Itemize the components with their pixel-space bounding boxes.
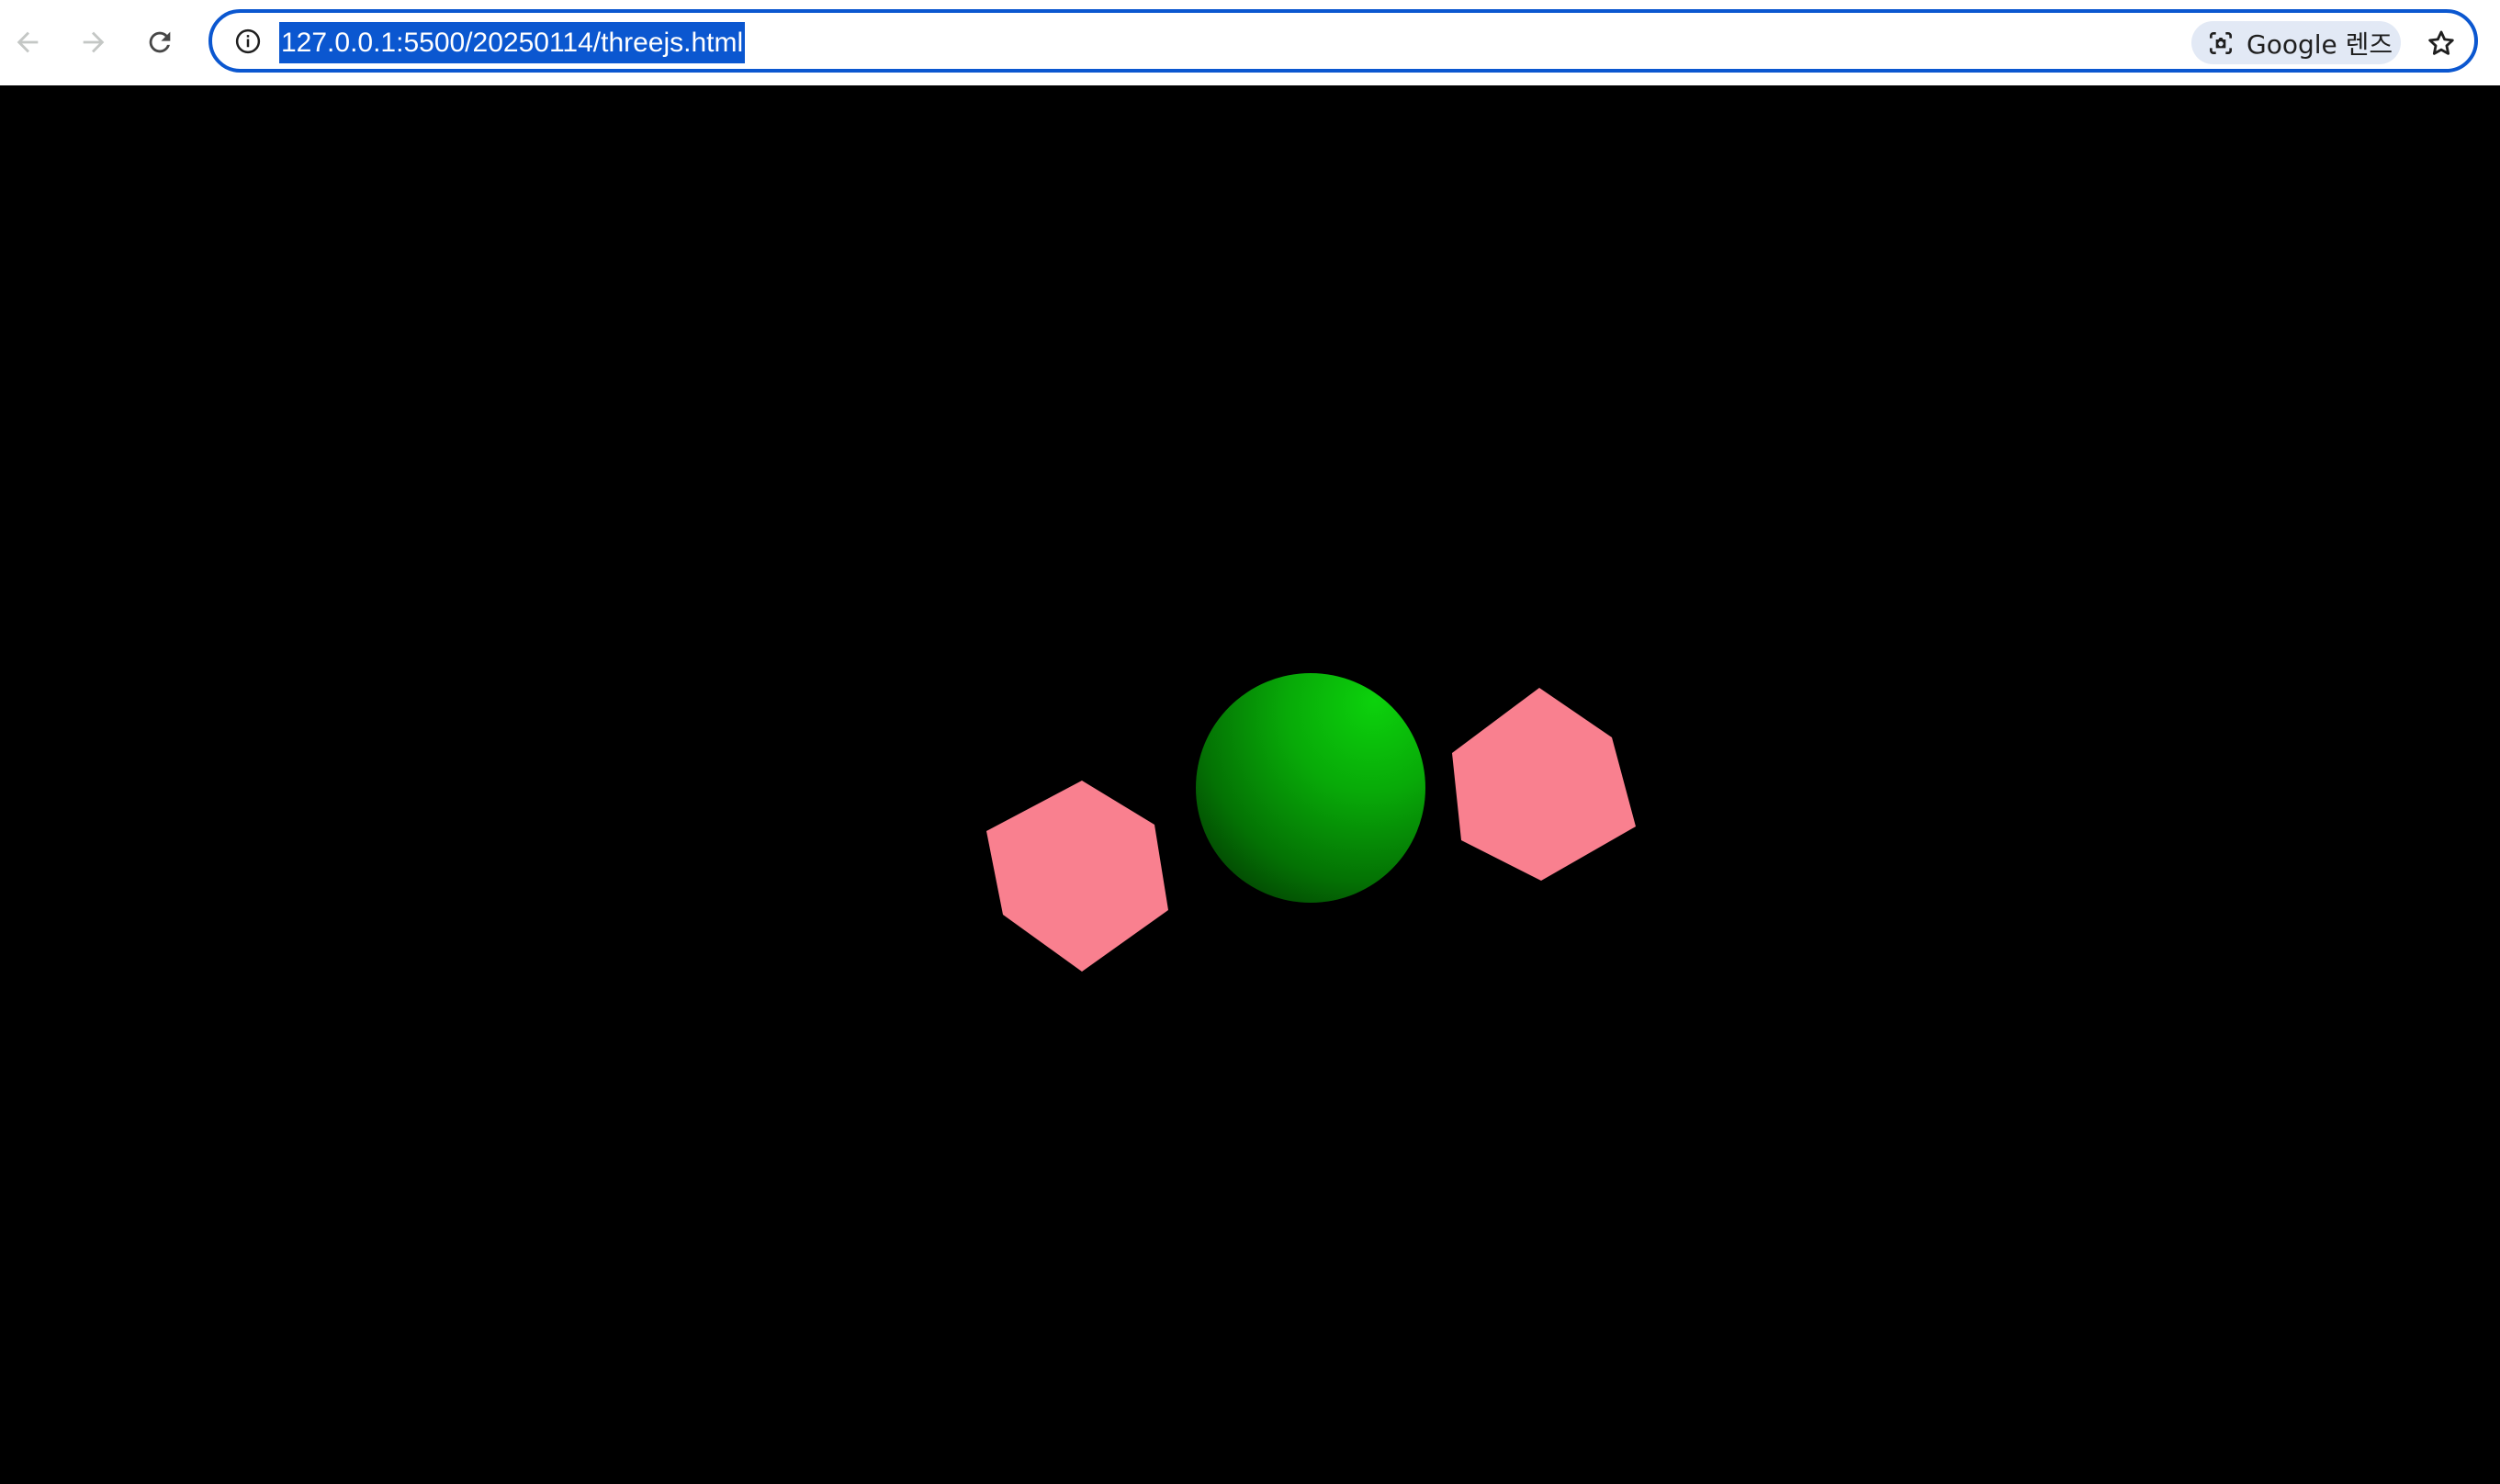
reload-button[interactable] xyxy=(132,15,187,70)
reload-icon xyxy=(149,31,171,53)
url-text[interactable]: 127.0.0.1:5500/20250114/threejs.html xyxy=(279,22,746,63)
info-circle-icon xyxy=(235,28,261,54)
arrow-left-icon xyxy=(17,31,39,53)
star-outline-icon xyxy=(2428,30,2454,55)
forward-button[interactable] xyxy=(66,15,121,70)
google-lens-button[interactable]: Google 렌즈 xyxy=(2191,21,2401,64)
back-button[interactable] xyxy=(0,15,55,70)
threejs-scene xyxy=(986,673,1636,972)
address-bar[interactable]: 127.0.0.1:5500/20250114/threejs.html Goo… xyxy=(208,9,2478,73)
site-info-button[interactable] xyxy=(229,22,267,61)
webgl-canvas[interactable] xyxy=(0,85,2500,1484)
browser-toolbar: 127.0.0.1:5500/20250114/threejs.html Goo… xyxy=(0,0,2500,85)
left-hexagon xyxy=(986,781,1168,972)
arrow-right-icon xyxy=(83,31,105,53)
center-sphere xyxy=(1196,673,1425,903)
bookmark-button[interactable] xyxy=(2416,18,2466,68)
google-lens-label: Google 렌즈 xyxy=(2247,28,2393,60)
right-hexagon xyxy=(1452,688,1636,881)
google-lens-icon xyxy=(2210,31,2232,54)
